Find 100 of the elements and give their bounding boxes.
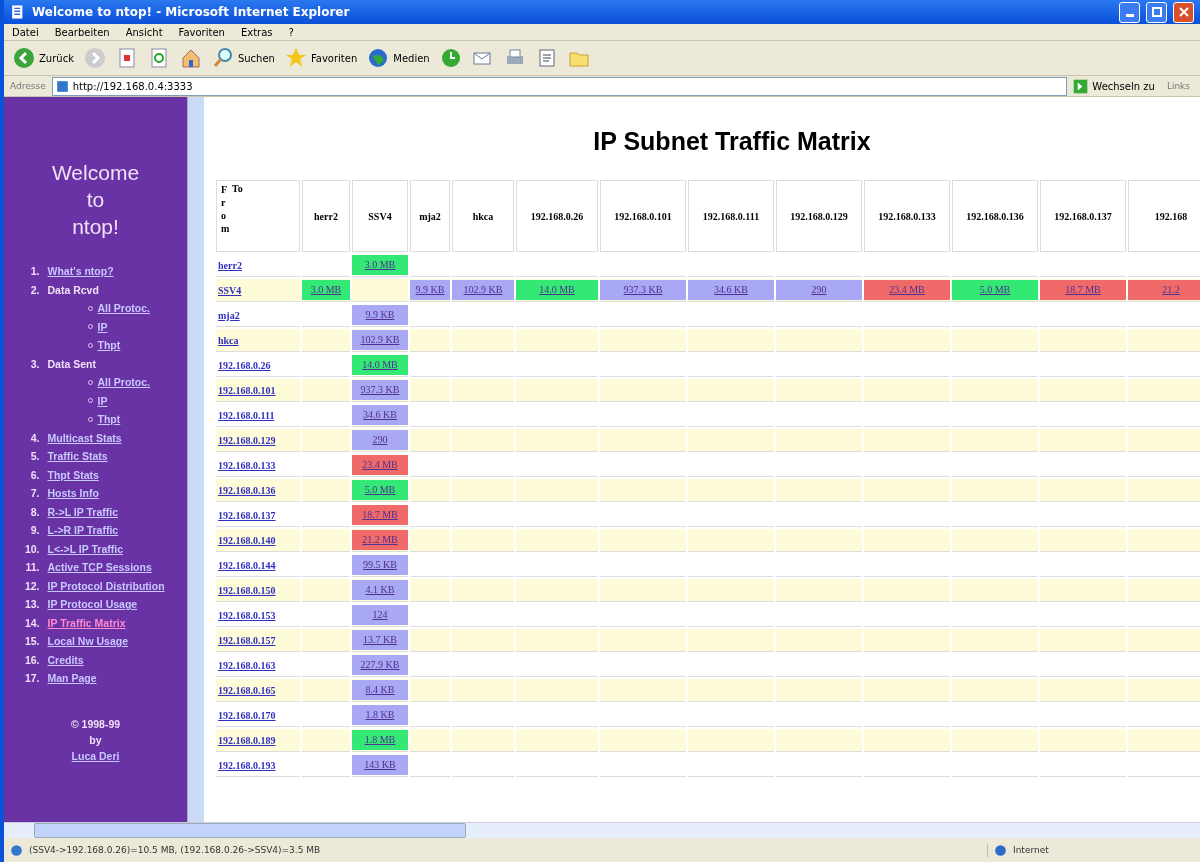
toolbar-button[interactable]: Suchen [206,42,280,74]
nav-link[interactable]: Credits [47,650,84,669]
close-button[interactable] [1173,1,1194,23]
section-label: Data Rcvd [47,282,99,298]
host-link[interactable]: 192.168.0.153 [218,609,276,621]
nav-link[interactable]: IP Protocol Distribution [47,576,165,595]
links-label[interactable]: Links [1160,81,1196,91]
host-link[interactable]: herr2 [218,259,242,271]
list-number: 5. [29,449,41,464]
traffic-cell: 5.0 MB [952,280,1038,300]
traffic-cell: 290 [776,280,862,300]
host-link[interactable]: hkca [218,334,239,346]
menu-item[interactable]: Datei [4,24,47,40]
copyright-text: © 1998-99 [70,716,121,732]
host-link[interactable]: 192.168.0.129 [218,434,276,446]
nav-link[interactable]: All Protoc. [97,299,150,318]
toolbar-button[interactable]: Medien [362,42,435,74]
nav-link[interactable]: L<->L IP Traffic [47,539,123,558]
list-number: 8. [29,504,41,520]
nav-link[interactable]: What's ntop? [47,262,114,281]
column-header: hkca [452,180,514,252]
go-button[interactable]: Wechseln zu [1067,77,1161,95]
nav-link[interactable]: Local Nw Usage [47,632,129,651]
scroll-thumb[interactable] [34,823,466,838]
nav-link[interactable]: IP [97,391,108,410]
nav-link[interactable]: R->L IP Traffic [47,502,118,521]
host-link[interactable]: mja2 [218,309,240,321]
host-link[interactable]: 192.168.0.193 [218,759,276,771]
nav-link[interactable]: IP Traffic Matrix [47,613,126,632]
by-text: by [89,732,102,748]
minimize-icon [1125,13,1134,17]
menu-item[interactable]: Extras [232,24,281,40]
toolbar-button[interactable]: Zurück [8,42,79,74]
host-link[interactable]: 192.168.0.137 [218,509,276,521]
list-number: 6. [29,467,41,483]
sidebar-title: Welcome to ntop! [50,160,141,240]
list-number: 13. [23,597,41,612]
host-link[interactable]: SSV4 [218,284,242,296]
horizontal-scrollbar[interactable] [4,822,1200,838]
host-link[interactable]: 192.168.0.189 [218,734,276,746]
nav-link[interactable]: IP Protocol Usage [47,595,138,614]
host-link[interactable]: 192.168.0.136 [218,484,276,496]
host-link[interactable]: 192.168.0.163 [218,659,276,671]
nav-link[interactable]: Active TCP Sessions [47,558,152,577]
page-heading: IP Subnet Traffic Matrix [592,127,872,156]
host-link[interactable]: 192.168.0.140 [218,534,276,546]
nav-link[interactable]: IP [97,317,108,336]
nav-link[interactable]: L->R IP Traffic [47,521,119,540]
menu-item[interactable]: ? [280,24,302,40]
status-text: (SSV4->192.168.0.26)=10.5 MB, (192.168.0.26->SSV4)=3.5 MB [29,845,321,855]
close-icon [1178,7,1189,17]
nav-link[interactable]: Man Page [47,669,97,688]
host-link[interactable]: 192.168.0.165 [218,684,276,696]
toolbar-button[interactable]: Favoriten [279,42,363,74]
host-link[interactable]: 192.168.0.111 [218,409,275,421]
bullet-icon [87,379,93,385]
nav-link[interactable]: Multicast Stats [47,428,122,447]
nav-link[interactable]: Thpt [97,336,121,355]
host-link[interactable]: 192.168.0.144 [218,559,276,571]
bullet-icon [87,324,93,330]
host-link[interactable]: 192.168.0.150 [218,584,276,596]
nav-link[interactable]: Thpt [97,410,121,429]
nav-link[interactable]: All Protoc. [97,373,150,392]
column-header: herr2 [302,180,350,252]
menu-item[interactable]: Ansicht [117,24,171,40]
traffic-cell: 937.3 KB [352,380,408,400]
traffic-cell: 34.6 KB [352,405,408,425]
author-link[interactable]: Luca Deri [71,747,120,764]
maximize-button[interactable] [1146,1,1167,23]
list-number: 7. [29,486,41,501]
nav-link[interactable]: Thpt Stats [47,465,99,484]
nav-link[interactable]: Traffic Stats [47,447,108,466]
address-field[interactable]: http://192.168.0.4:3333 [51,76,1068,96]
traffic-cell: 34.6 KB [688,280,774,300]
host-link[interactable]: 192.168.0.157 [218,634,276,646]
traffic-cell: 5.0 MB [352,480,408,500]
traffic-cell: 3.0 MB [302,280,350,300]
list-number: 4. [29,430,41,446]
to-label: To [232,183,243,196]
host-link[interactable]: 192.168.0.133 [218,459,276,471]
traffic-cell: 227.9 KB [352,655,408,675]
list-number: 11. [24,560,41,575]
traffic-cell: 1.8 KB [352,705,408,725]
host-link[interactable]: 192.168.0.101 [218,384,276,396]
list-number: 3. [29,356,41,372]
bullet-icon [87,398,93,404]
menu-item[interactable]: Favoriten [170,24,233,40]
traffic-cell: 99.5 KB [352,555,408,575]
menu-item[interactable]: Bearbeiten [46,24,118,40]
nav-link[interactable]: Hosts Info [47,484,99,503]
traffic-cell: 18.7 MB [1040,280,1126,300]
host-link[interactable]: 192.168.0.26 [218,359,271,371]
column-header: mja2 [410,180,450,252]
traffic-cell: 9.9 KB [352,305,408,325]
search-icon [211,47,234,69]
traffic-cell: 102.9 KB [352,330,408,350]
vertical-scrollbar[interactable] [187,97,204,822]
window-title: Welcome to ntop! - Microsoft Internet Explorer [32,5,351,19]
minimize-button[interactable] [1119,1,1140,23]
host-link[interactable]: 192.168.0.170 [218,709,276,721]
